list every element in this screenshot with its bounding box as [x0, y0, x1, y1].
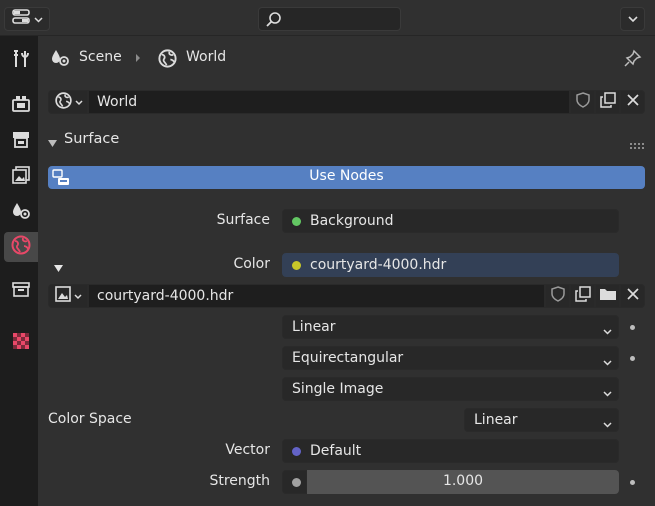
color-space-value: Linear — [474, 412, 518, 428]
texture-checker-icon — [11, 331, 31, 355]
image-name-value: courtyard-4000.hdr — [97, 288, 234, 304]
duplicate-icon — [599, 92, 616, 112]
unlink-world-button[interactable] — [620, 90, 645, 114]
properties-header — [0, 0, 655, 36]
image-browse-button[interactable] — [48, 284, 88, 308]
interpolation-dropdown[interactable]: Linear — [282, 315, 619, 339]
color-input-field[interactable]: courtyard-4000.hdr — [282, 253, 619, 277]
world-icon — [54, 91, 73, 114]
fake-user-button[interactable] — [570, 90, 595, 114]
close-icon — [626, 288, 639, 304]
color-space-dropdown[interactable]: Linear — [464, 408, 619, 432]
keyframe-dot-icon[interactable] — [630, 480, 635, 485]
vector-label: Vector — [225, 442, 270, 458]
world-icon — [157, 48, 178, 73]
shield-icon — [550, 286, 566, 306]
surface-shader-value: Background — [310, 213, 394, 229]
world-name-value: World — [97, 94, 138, 110]
color-input-value: courtyard-4000.hdr — [310, 257, 447, 273]
world-tab[interactable] — [4, 232, 38, 262]
chevron-down-icon — [603, 323, 612, 339]
folder-icon — [599, 286, 617, 306]
editor-type-button[interactable] — [4, 7, 50, 31]
keyframe-dot-icon[interactable] — [630, 325, 635, 330]
vector-input-value: Default — [310, 443, 362, 459]
source-value: Single Image — [292, 381, 384, 397]
chevron-down-icon — [603, 354, 612, 370]
image-name-field[interactable]: courtyard-4000.hdr — [88, 284, 545, 308]
world-browse-button[interactable] — [48, 90, 88, 114]
unlink-image-button[interactable] — [620, 284, 645, 308]
chevron-down-icon — [627, 11, 638, 27]
scene-tab[interactable] — [4, 198, 38, 228]
color-expand-icon[interactable] — [54, 261, 63, 277]
socket-dot-icon — [292, 446, 301, 456]
header-options-button[interactable] — [620, 7, 645, 31]
duplicate-icon — [574, 286, 591, 306]
breadcrumb-separator-icon — [135, 51, 141, 67]
socket-dot-icon — [292, 477, 301, 487]
output-icon — [11, 129, 31, 153]
output-tab[interactable] — [4, 126, 38, 156]
tool-icon — [11, 49, 31, 73]
view-layer-icon — [11, 165, 31, 189]
search-input[interactable] — [258, 7, 401, 31]
breadcrumb: Scene World — [50, 47, 610, 69]
open-image-button[interactable] — [595, 284, 620, 308]
pin-icon[interactable] — [624, 49, 642, 71]
chevron-down-icon — [603, 385, 612, 401]
strength-socket-button[interactable] — [282, 470, 307, 494]
view-layer-tab[interactable] — [4, 162, 38, 192]
drag-handle-icon[interactable] — [630, 137, 646, 153]
chevron-down-icon — [74, 94, 83, 110]
scene-icon — [11, 201, 31, 225]
vector-input-field[interactable]: Default — [282, 439, 619, 463]
color-space-label: Color Space — [48, 411, 132, 427]
surface-panel-header[interactable]: Surface — [42, 128, 655, 154]
projection-value: Equirectangular — [292, 350, 404, 366]
chevron-down-icon — [34, 11, 43, 27]
properties-main: Scene World World Surface Use Nodes Surf… — [38, 36, 655, 506]
properties-editor-icon — [11, 8, 31, 30]
source-dropdown[interactable]: Single Image — [282, 377, 619, 401]
projection-dropdown[interactable]: Equirectangular — [282, 346, 619, 370]
breadcrumb-world: World — [186, 49, 227, 65]
surface-shader-field[interactable]: Background — [282, 209, 619, 233]
socket-dot-icon — [292, 260, 301, 270]
surface-panel-title: Surface — [64, 131, 120, 147]
texture-tab[interactable] — [4, 328, 38, 358]
strength-slider[interactable]: 1.000 — [307, 470, 619, 494]
duplicate-world-button[interactable] — [595, 90, 620, 114]
render-tab[interactable] — [4, 90, 38, 120]
object-tab[interactable] — [4, 276, 38, 306]
shield-icon — [575, 92, 591, 112]
interpolation-value: Linear — [292, 319, 336, 335]
tool-tab[interactable] — [4, 46, 38, 76]
socket-dot-icon — [292, 216, 301, 226]
close-icon — [626, 94, 639, 110]
color-label: Color — [233, 256, 270, 272]
image-fake-user-button[interactable] — [545, 284, 570, 308]
breadcrumb-scene: Scene — [79, 49, 122, 65]
render-icon — [11, 93, 31, 117]
strength-value: 1.000 — [442, 473, 484, 489]
collection-icon — [11, 279, 31, 303]
chevron-down-icon — [74, 288, 82, 304]
disclosure-triangle-icon — [48, 136, 57, 152]
duplicate-image-button[interactable] — [570, 284, 595, 308]
strength-label: Strength — [209, 473, 270, 489]
use-nodes-label: Use Nodes — [309, 168, 384, 184]
properties-tab-bar — [0, 36, 38, 506]
world-name-field[interactable]: World — [88, 90, 570, 114]
search-icon — [265, 11, 283, 33]
chevron-down-icon — [603, 416, 612, 432]
image-icon — [54, 285, 72, 307]
world-icon — [10, 234, 32, 260]
surface-label: Surface — [216, 212, 270, 228]
keyframe-dot-icon[interactable] — [630, 356, 635, 361]
scene-icon — [50, 48, 70, 72]
use-nodes-button[interactable]: Use Nodes — [48, 166, 645, 189]
